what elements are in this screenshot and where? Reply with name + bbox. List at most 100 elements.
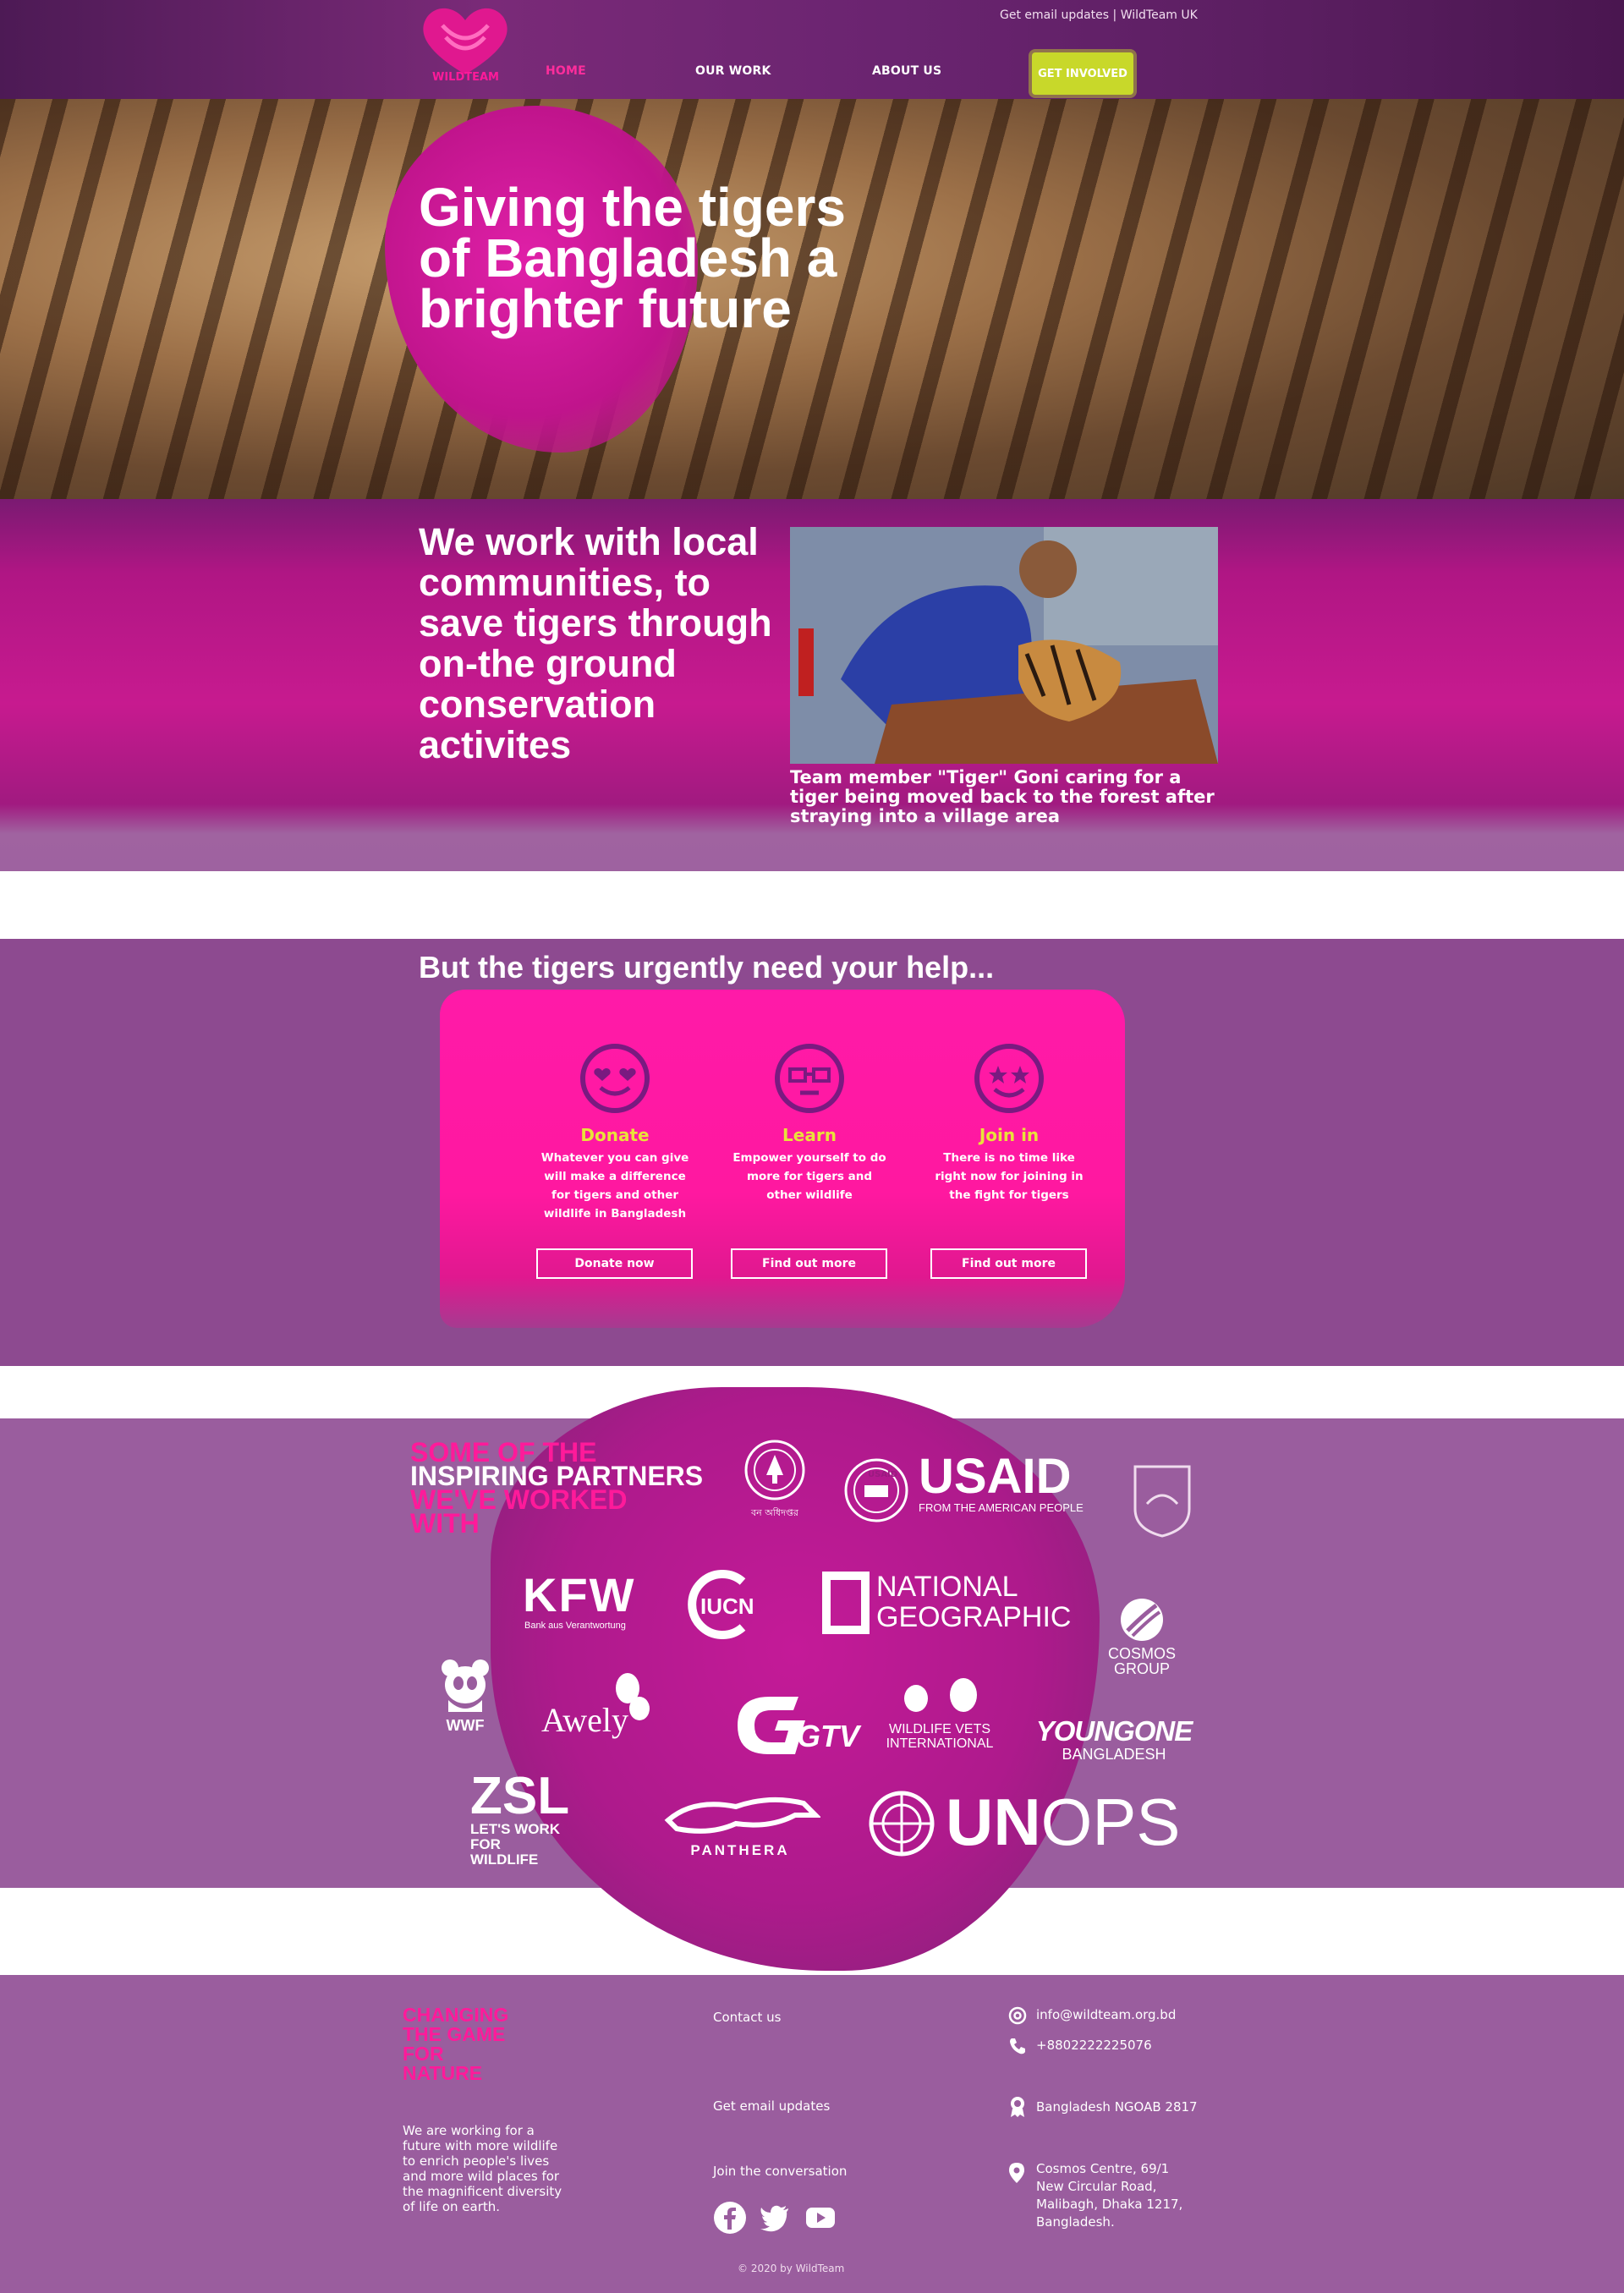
paw-prints-icon [904, 1678, 977, 1712]
donate-card: Donate Whatever you can give will make a… [535, 1042, 695, 1223]
usaid-seal-logo [842, 1456, 910, 1524]
iucn-logo: IUCN [683, 1570, 758, 1639]
natgeo-text: GEOGRAPHIC [876, 1601, 1072, 1633]
wwf-logo: WWF [436, 1658, 494, 1735]
wvi-text: INTERNATIONAL [886, 1736, 994, 1751]
footer-phone[interactable]: +8802222225076 [1036, 2037, 1152, 2054]
footer-email[interactable]: info@wildteam.org.bd [1036, 2006, 1176, 2024]
hero-title-line: Giving the tigers [419, 177, 846, 238]
iucn-text: IUCN [700, 1594, 754, 1619]
hero-title-line: brighter future [419, 278, 792, 339]
nav-our-work[interactable]: OUR WORK [695, 64, 771, 78]
cosmos-ball-icon [1121, 1599, 1163, 1641]
zsl-tagline: LET'S WORK [470, 1821, 561, 1837]
footer-contact-link[interactable]: Contact us [713, 2010, 781, 2025]
card-description: There is no time like right now for join… [935, 1151, 1084, 1202]
card-heading: Learn [782, 1125, 837, 1145]
natgeo-text: NATIONAL [876, 1571, 1018, 1603]
youtube-icon[interactable] [805, 2206, 836, 2230]
mission-line: communities, to [419, 561, 711, 604]
youngone-text: YOUNGONE [1035, 1715, 1193, 1747]
zsl-tagline: FOR WILDLIFE [470, 1836, 539, 1868]
copyright-text: © 2020 by WildTeam [738, 2263, 845, 2274]
un-globe-icon [869, 1791, 935, 1857]
usaid-seal-text: USAID [868, 1470, 898, 1479]
glasses-face-icon [775, 1044, 844, 1113]
get-involved-button[interactable]: GET INVOLVED [1032, 52, 1133, 95]
footer-address: Cosmos Centre, 69/1 New Circular Road, M… [1036, 2161, 1183, 2230]
unops-logo: UNOPS [946, 1786, 1180, 1857]
email-icon [1008, 2006, 1027, 2025]
learn-find-out-more-button[interactable]: Find out more [731, 1248, 887, 1279]
panthera-logo: PANTHERA [660, 1790, 822, 1859]
gtv-logo: GTV [729, 1692, 859, 1759]
tagline-line: CHANGING [403, 2004, 509, 2026]
zsl-text: ZSL [470, 1767, 570, 1825]
cosmos-group-logo: COSMOS GROUP [1100, 1597, 1184, 1676]
site-header: Get email updates | WildTeam UK [0, 0, 1624, 99]
nav-home[interactable]: HOME [546, 64, 586, 78]
footer-tagline: CHANGING THE GAME FOR NATURE [403, 2005, 508, 2083]
join-in-card: Join in There is no time like right now … [929, 1042, 1089, 1204]
youngone-text: BANGLADESH [1062, 1746, 1166, 1763]
mission-line: conservation [419, 683, 656, 726]
facebook-icon[interactable] [713, 2201, 747, 2235]
wildlife-vets-logo: WILDLIFE VETS INTERNATIONAL [885, 1671, 995, 1751]
cosmos-text: COSMOS [1107, 1645, 1176, 1662]
running-cat-icon [664, 1797, 822, 1834]
forest-seal-icon [744, 1440, 805, 1500]
usaid-tagline: FROM THE AMERICAN PEOPLE [919, 1501, 1084, 1514]
card-description: Whatever you can give will make a differ… [540, 1151, 689, 1221]
natgeo-logo: NATIONAL GEOGRAPHIC [876, 1572, 1071, 1632]
wildteam-logo[interactable]: WILDTEAM [417, 0, 514, 93]
mission-line: save tigers through [419, 601, 772, 645]
card-heading: Donate [580, 1125, 650, 1145]
help-title: But the tigers urgently need your help..… [419, 950, 995, 985]
learn-card: Learn Empower yourself to do more for ti… [729, 1042, 890, 1204]
zsl-logo: ZSL LET'S WORK FOR WILDLIFE [470, 1767, 572, 1868]
nav-about-us[interactable]: ABOUT US [872, 64, 941, 78]
star-eyes-smiley-icon [974, 1044, 1044, 1113]
mission-line: We work with local [419, 520, 759, 563]
tagline-line: FOR [403, 2043, 444, 2065]
wwf-text: WWF [446, 1717, 485, 1734]
site-footer [0, 1975, 1624, 2293]
tagline-line: NATURE [403, 2062, 483, 2084]
tagline-line: THE GAME [403, 2023, 506, 2045]
card-description: Empower yourself to do more for tigers a… [732, 1151, 886, 1202]
twitter-icon[interactable] [760, 2203, 790, 2232]
join-find-out-more-button[interactable]: Find out more [930, 1248, 1087, 1279]
unops-text: OPS [1040, 1785, 1181, 1859]
shield-badge-icon [1133, 1465, 1191, 1538]
mission-statement: We work with local communities, to save … [419, 522, 774, 765]
header-top-links[interactable]: Get email updates | WildTeam UK [1000, 8, 1198, 22]
tiger-care-photo [790, 527, 1218, 764]
location-pin-icon [1008, 2162, 1027, 2183]
photo-illustration [790, 527, 1218, 764]
mission-line: activites [419, 723, 572, 766]
heart-eyes-smiley-icon [580, 1044, 650, 1113]
wildlife-trust-badge-logo [1130, 1462, 1194, 1539]
forest-dept-text: বন অধিদপ্তর [751, 1507, 798, 1518]
kfw-logo: KFW [523, 1568, 636, 1621]
donate-now-button[interactable]: Donate now [536, 1248, 693, 1279]
footer-description: We are working for a future with more wi… [403, 2123, 562, 2214]
logo-text: WILDTEAM [432, 71, 499, 84]
youngone-logo: YOUNGONE BANGLADESH [1025, 1715, 1203, 1764]
natgeo-frame-icon [822, 1572, 870, 1634]
photo-caption: Team member "Tiger" Goni caring for a ti… [790, 767, 1215, 826]
footer-conversation-label: Join the conversation [713, 2164, 848, 2179]
phone-icon [1008, 2037, 1027, 2055]
hero-title: Giving the tigers of Bangladesh a bright… [419, 177, 926, 339]
card-heading: Join in [979, 1125, 1040, 1145]
usaid-seal-icon [844, 1458, 908, 1522]
awely-paw-icon [602, 1671, 655, 1727]
partners-title-line: WITH [410, 1508, 480, 1539]
usaid-logo: USAID [919, 1449, 1072, 1504]
panda-icon [442, 1659, 489, 1712]
footer-email-updates-link[interactable]: Get email updates [713, 2098, 830, 2114]
wvi-text: WILDLIFE VETS [888, 1722, 991, 1736]
hero-title-line: of Bangladesh a [419, 228, 837, 288]
gtv-text: GTV [797, 1719, 860, 1753]
footer-ngoab: Bangladesh NGOAB 2817 [1036, 2099, 1198, 2115]
